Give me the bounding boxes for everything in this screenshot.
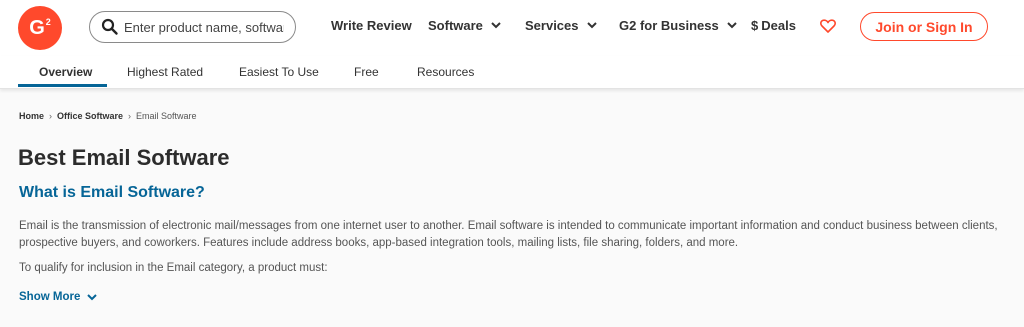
category-subnav: Overview Highest Rated Easiest To Use Fr… xyxy=(0,56,1024,89)
search-input[interactable] xyxy=(120,19,284,35)
chevron-down-icon xyxy=(491,22,501,29)
nav-software[interactable]: Software xyxy=(428,18,501,33)
show-more-button[interactable]: Show More xyxy=(19,291,98,303)
logo-superscript: 2 xyxy=(45,17,51,27)
top-header: G2 Write Review Software Services G2 for… xyxy=(0,0,1024,56)
chevron-down-icon xyxy=(726,22,737,29)
nav-write-review-label: Write Review xyxy=(331,18,412,33)
nav-deals-label: Deals xyxy=(761,18,796,33)
breadcrumb-separator: › xyxy=(49,111,53,121)
heart-icon[interactable] xyxy=(820,19,836,33)
breadcrumb-office-software[interactable]: Office Software xyxy=(57,111,123,121)
nav-g2-for-business-label: G2 for Business xyxy=(619,18,719,33)
nav-g2-for-business[interactable]: G2 for Business xyxy=(619,18,737,33)
section-heading: What is Email Software? xyxy=(19,184,205,201)
breadcrumb: Home › Office Software › Email Software xyxy=(19,111,197,121)
page-title: Best Email Software xyxy=(18,145,230,170)
tab-highest-rated[interactable]: Highest Rated xyxy=(127,65,203,79)
chevron-down-icon xyxy=(87,293,98,300)
logo-letter: G xyxy=(29,16,45,39)
nav-services[interactable]: Services xyxy=(525,18,597,33)
breadcrumb-current: Email Software xyxy=(136,111,197,121)
g2-logo[interactable]: G2 xyxy=(18,6,62,50)
qualification-text: To qualify for inclusion in the Email ca… xyxy=(19,262,328,274)
search-icon[interactable] xyxy=(100,17,120,37)
tab-resources[interactable]: Resources xyxy=(417,65,474,79)
breadcrumb-home[interactable]: Home xyxy=(19,111,44,121)
join-button-label: Join or Sign In xyxy=(875,18,973,35)
tab-overview[interactable]: Overview xyxy=(39,65,92,79)
breadcrumb-separator: › xyxy=(128,111,132,121)
chevron-down-icon xyxy=(586,22,597,29)
show-more-label: Show More xyxy=(19,291,81,303)
nav-software-label: Software xyxy=(428,18,483,33)
join-or-sign-in-button[interactable]: Join or Sign In xyxy=(860,12,988,41)
category-description: Email is the transmission of electronic … xyxy=(19,220,998,249)
dollar-icon: $ xyxy=(751,18,759,33)
nav-services-label: Services xyxy=(525,18,579,33)
nav-write-review[interactable]: Write Review xyxy=(331,18,412,33)
nav-deals[interactable]: $ Deals xyxy=(751,18,796,33)
tab-free[interactable]: Free xyxy=(354,65,379,79)
search-box[interactable] xyxy=(89,11,296,43)
active-tab-indicator xyxy=(18,84,107,87)
tab-easiest-to-use[interactable]: Easiest To Use xyxy=(239,65,319,79)
